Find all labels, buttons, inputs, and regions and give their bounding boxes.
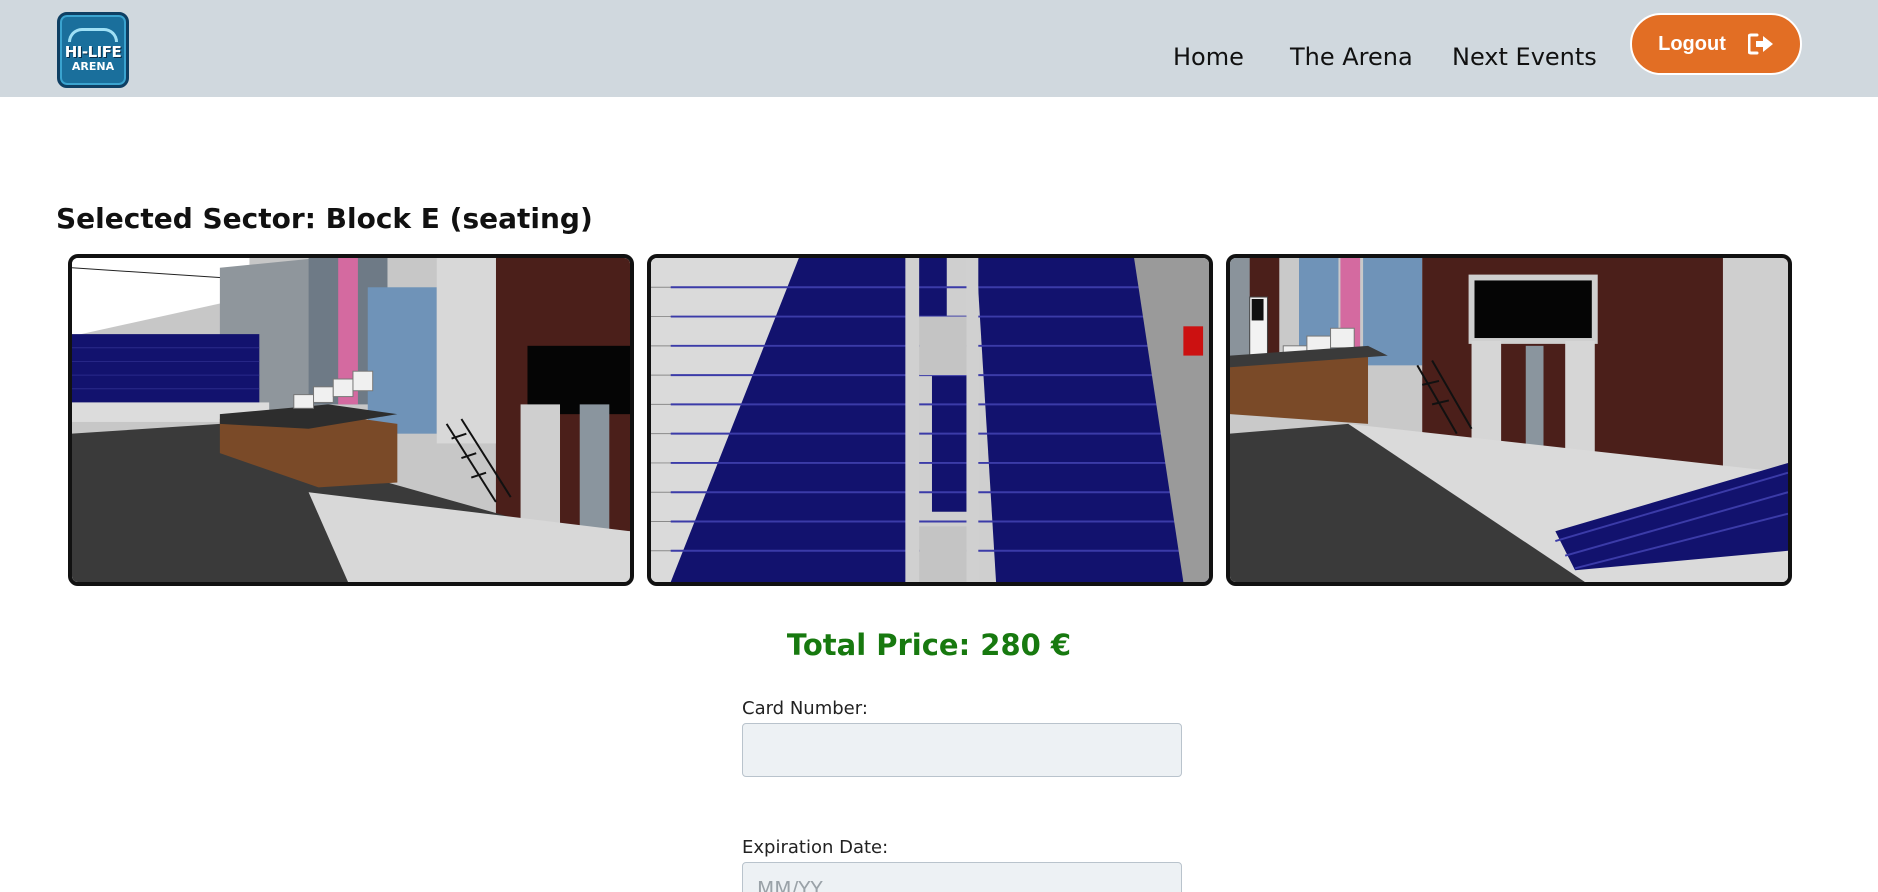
nav-the-arena-link[interactable]: The Arena — [1290, 43, 1413, 71]
nav-next-events-link[interactable]: Next Events — [1452, 43, 1597, 71]
stage-view-left-image — [72, 258, 630, 582]
sector-view-photo-3[interactable] — [1226, 254, 1792, 586]
sector-view-photo-2[interactable] — [647, 254, 1213, 586]
expiration-date-label: Expiration Date: — [742, 837, 889, 858]
sector-view-photo-1[interactable] — [68, 254, 634, 586]
seating-block-view-image — [651, 258, 1209, 582]
card-number-input[interactable] — [742, 723, 1182, 777]
expiration-date-input[interactable] — [742, 862, 1182, 892]
logo-arc — [68, 27, 118, 42]
logo-text-bottom: ARENA — [71, 59, 115, 73]
stage-view-right-image — [1230, 258, 1788, 582]
sign-out-icon — [1747, 33, 1774, 55]
logout-button[interactable]: Logout — [1630, 13, 1802, 75]
selected-sector-title: Selected Sector: Block E (seating) — [56, 202, 593, 235]
nav-home-link[interactable]: Home — [1173, 43, 1244, 71]
logo-text-top: HI-LIFE — [64, 42, 122, 61]
total-price: Total Price: 280 € — [786, 628, 1072, 662]
navbar: HI-LIFE ARENA Home The Arena Next Events… — [0, 0, 1878, 97]
card-number-label: Card Number: — [742, 698, 868, 719]
logout-label: Logout — [1658, 32, 1726, 55]
arena-logo-icon[interactable]: HI-LIFE ARENA — [57, 12, 129, 88]
